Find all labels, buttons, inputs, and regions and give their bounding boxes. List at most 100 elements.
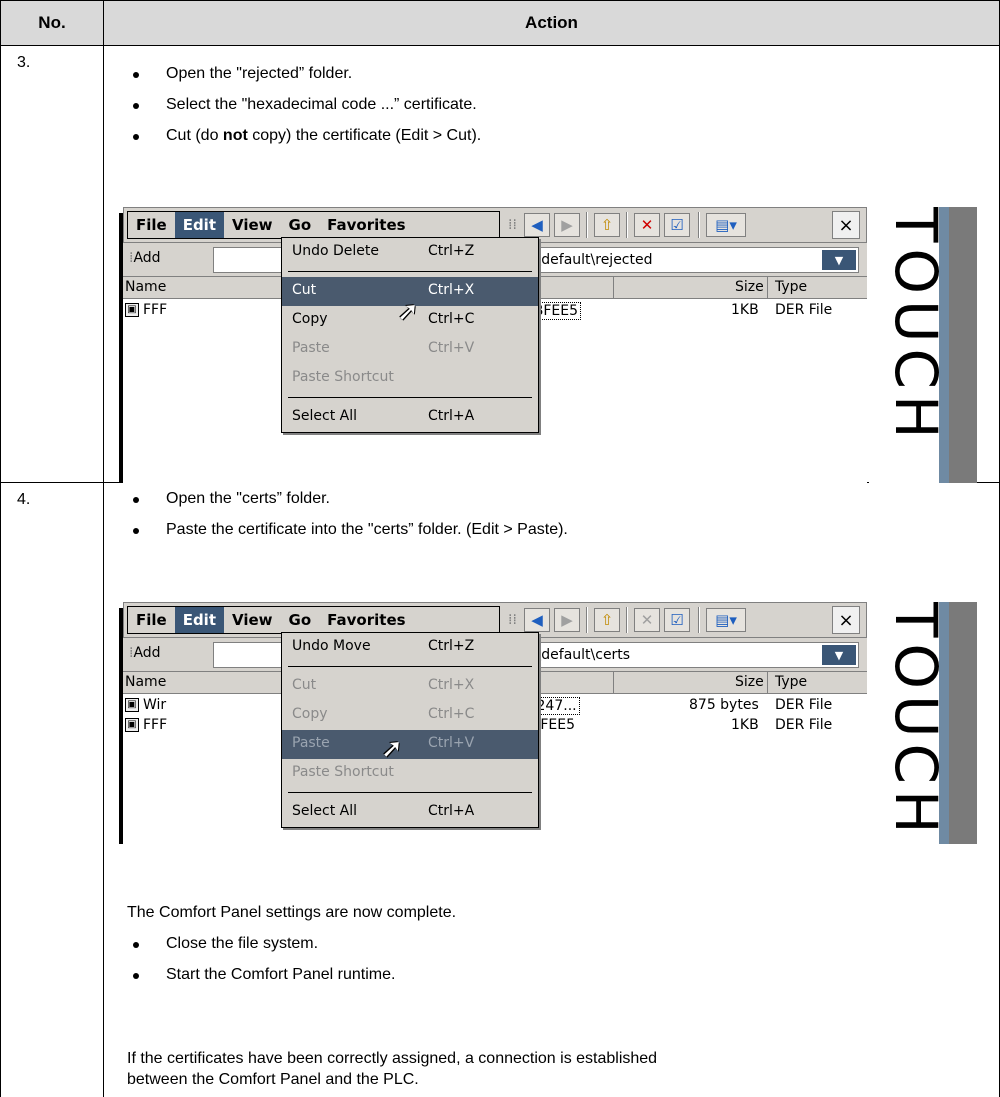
chevron-down-icon[interactable]: ▼	[822, 250, 856, 270]
list-item: Close the file system.	[103, 934, 395, 965]
menu-edit[interactable]: Edit	[174, 212, 224, 238]
chevron-down-icon[interactable]: ▼	[822, 645, 856, 665]
step-bullets: Open the "rejected” folder. Select the "…	[103, 64, 481, 157]
up-folder-icon[interactable]: ⇧	[594, 213, 620, 237]
file-size: 1KB	[731, 717, 759, 733]
bullet-icon	[133, 942, 139, 948]
shortcut-label: Ctrl+Z	[428, 638, 475, 654]
bullet-icon	[133, 528, 139, 534]
up-folder-icon[interactable]: ⇧	[594, 608, 620, 632]
list-item: Start the Comfort Panel runtime.	[103, 965, 395, 996]
menu-item-cut[interactable]: Cut Ctrl+X	[282, 672, 538, 701]
list-item: Open the "rejected” folder.	[103, 64, 481, 95]
logo-edge	[949, 602, 977, 844]
bullet-icon	[133, 72, 139, 78]
column-size[interactable]: Size	[735, 674, 764, 690]
address-label-text: Add	[133, 250, 161, 266]
column-type[interactable]: Type	[775, 674, 807, 690]
divider	[626, 212, 628, 238]
menu-item-paste-shortcut[interactable]: Paste Shortcut	[282, 364, 538, 393]
menu-item-label: Cut	[292, 282, 317, 298]
menu-item-select-all[interactable]: Select All Ctrl+A	[282, 798, 538, 827]
close-icon[interactable]: ×	[832, 606, 860, 634]
column-name[interactable]: Name	[125, 279, 166, 295]
menu-item-label: Paste Shortcut	[292, 764, 394, 780]
menu-item-paste[interactable]: Paste Ctrl+V	[282, 335, 538, 364]
divider	[613, 672, 614, 694]
back-icon[interactable]: ◀	[524, 608, 550, 632]
menu-item-label: Select All	[292, 803, 357, 819]
forward-icon[interactable]: ▶	[554, 213, 580, 237]
menu-item-select-all[interactable]: Select All Ctrl+A	[282, 403, 538, 432]
column-name[interactable]: Name	[125, 674, 166, 690]
forward-icon[interactable]: ▶	[554, 608, 580, 632]
menu-item-label: Undo Move	[292, 638, 371, 654]
divider	[282, 662, 538, 672]
column-type[interactable]: Type	[775, 279, 807, 295]
menu-go[interactable]: Go	[281, 212, 320, 238]
divider	[586, 212, 588, 238]
list-item: Open the "certs” folder.	[103, 489, 568, 520]
bullet-text: Open the "rejected” folder.	[166, 65, 353, 82]
touch-logo-text: TOUCH	[882, 207, 950, 445]
delete-icon[interactable]: ✕	[634, 213, 660, 237]
step-number: 3.	[0, 46, 104, 483]
menu-file[interactable]: File	[128, 607, 175, 633]
column-size[interactable]: Size	[735, 279, 764, 295]
address-label-text: Add	[133, 645, 161, 661]
menu-item-undo[interactable]: Undo Move Ctrl+Z	[282, 633, 538, 662]
step-bullets: Close the file system. Start the Comfort…	[103, 934, 395, 996]
menu-favorites[interactable]: Favorites	[319, 607, 413, 633]
file-type: DER File	[775, 697, 833, 713]
bullet-icon	[133, 103, 139, 109]
header-no-label: No.	[38, 13, 66, 32]
divider	[698, 607, 700, 633]
menu-item-label: Undo Delete	[292, 243, 380, 259]
bullet-text-bold: not	[222, 127, 248, 144]
address-label: ⁞Add	[129, 645, 161, 661]
step-action: Open the "rejected” folder. Select the "…	[103, 46, 1000, 483]
certificate-icon: ▣	[125, 303, 139, 317]
views-icon[interactable]: ▤▾	[706, 608, 746, 632]
divider	[767, 672, 768, 694]
divider	[767, 277, 768, 299]
menu-view[interactable]: View	[224, 212, 281, 238]
menu-edit[interactable]: Edit	[174, 607, 224, 633]
divider	[282, 788, 538, 798]
bullet-text: Cut (do not copy) the certificate (Edit …	[166, 127, 481, 144]
menu-item-undo[interactable]: Undo Delete Ctrl+Z	[282, 238, 538, 267]
touch-logo: TOUCH	[869, 602, 977, 844]
properties-icon[interactable]: ☑	[664, 213, 690, 237]
delete-icon[interactable]: ✕	[634, 608, 660, 632]
header-action: Action	[103, 0, 1000, 46]
explorer-screenshot: File Edit View Go Favorites ⁞⁞ ◀ ▶ ⇧ ✕ ☑	[117, 193, 977, 483]
address-label: ⁞Add	[129, 250, 161, 266]
divider	[282, 393, 538, 403]
menu-file[interactable]: File	[128, 212, 175, 238]
step-number: 4.	[0, 483, 104, 1097]
views-icon[interactable]: ▤▾	[706, 213, 746, 237]
table-row: 4. Open the "certs” folder. Paste the ce…	[0, 483, 1000, 1097]
divider	[626, 607, 628, 633]
list-item: Cut (do not copy) the certificate (Edit …	[103, 126, 481, 157]
back-icon[interactable]: ◀	[524, 213, 550, 237]
menu-item-label: Cut	[292, 677, 317, 693]
menu-go[interactable]: Go	[281, 607, 320, 633]
close-icon[interactable]: ×	[832, 211, 860, 239]
menu-item-copy[interactable]: Copy Ctrl+C	[282, 701, 538, 730]
menu-view[interactable]: View	[224, 607, 281, 633]
header-no: No.	[0, 0, 104, 46]
menu-item-paste[interactable]: Paste Ctrl+V	[282, 730, 538, 759]
step-bullets: Open the "certs” folder. Paste the certi…	[103, 489, 568, 551]
certificate-icon: ▣	[125, 698, 139, 712]
shortcut-label: Ctrl+C	[428, 311, 475, 327]
touch-logo-text: TOUCH	[882, 602, 950, 840]
shortcut-label: Ctrl+Z	[428, 243, 475, 259]
menu-item-paste-shortcut[interactable]: Paste Shortcut	[282, 759, 538, 788]
shortcut-label: Ctrl+V	[428, 340, 475, 356]
properties-icon[interactable]: ☑	[664, 608, 690, 632]
file-type: DER File	[775, 717, 833, 733]
menu-favorites[interactable]: Favorites	[319, 212, 413, 238]
shortcut-label: Ctrl+A	[428, 803, 475, 819]
logo-edge	[949, 207, 977, 483]
